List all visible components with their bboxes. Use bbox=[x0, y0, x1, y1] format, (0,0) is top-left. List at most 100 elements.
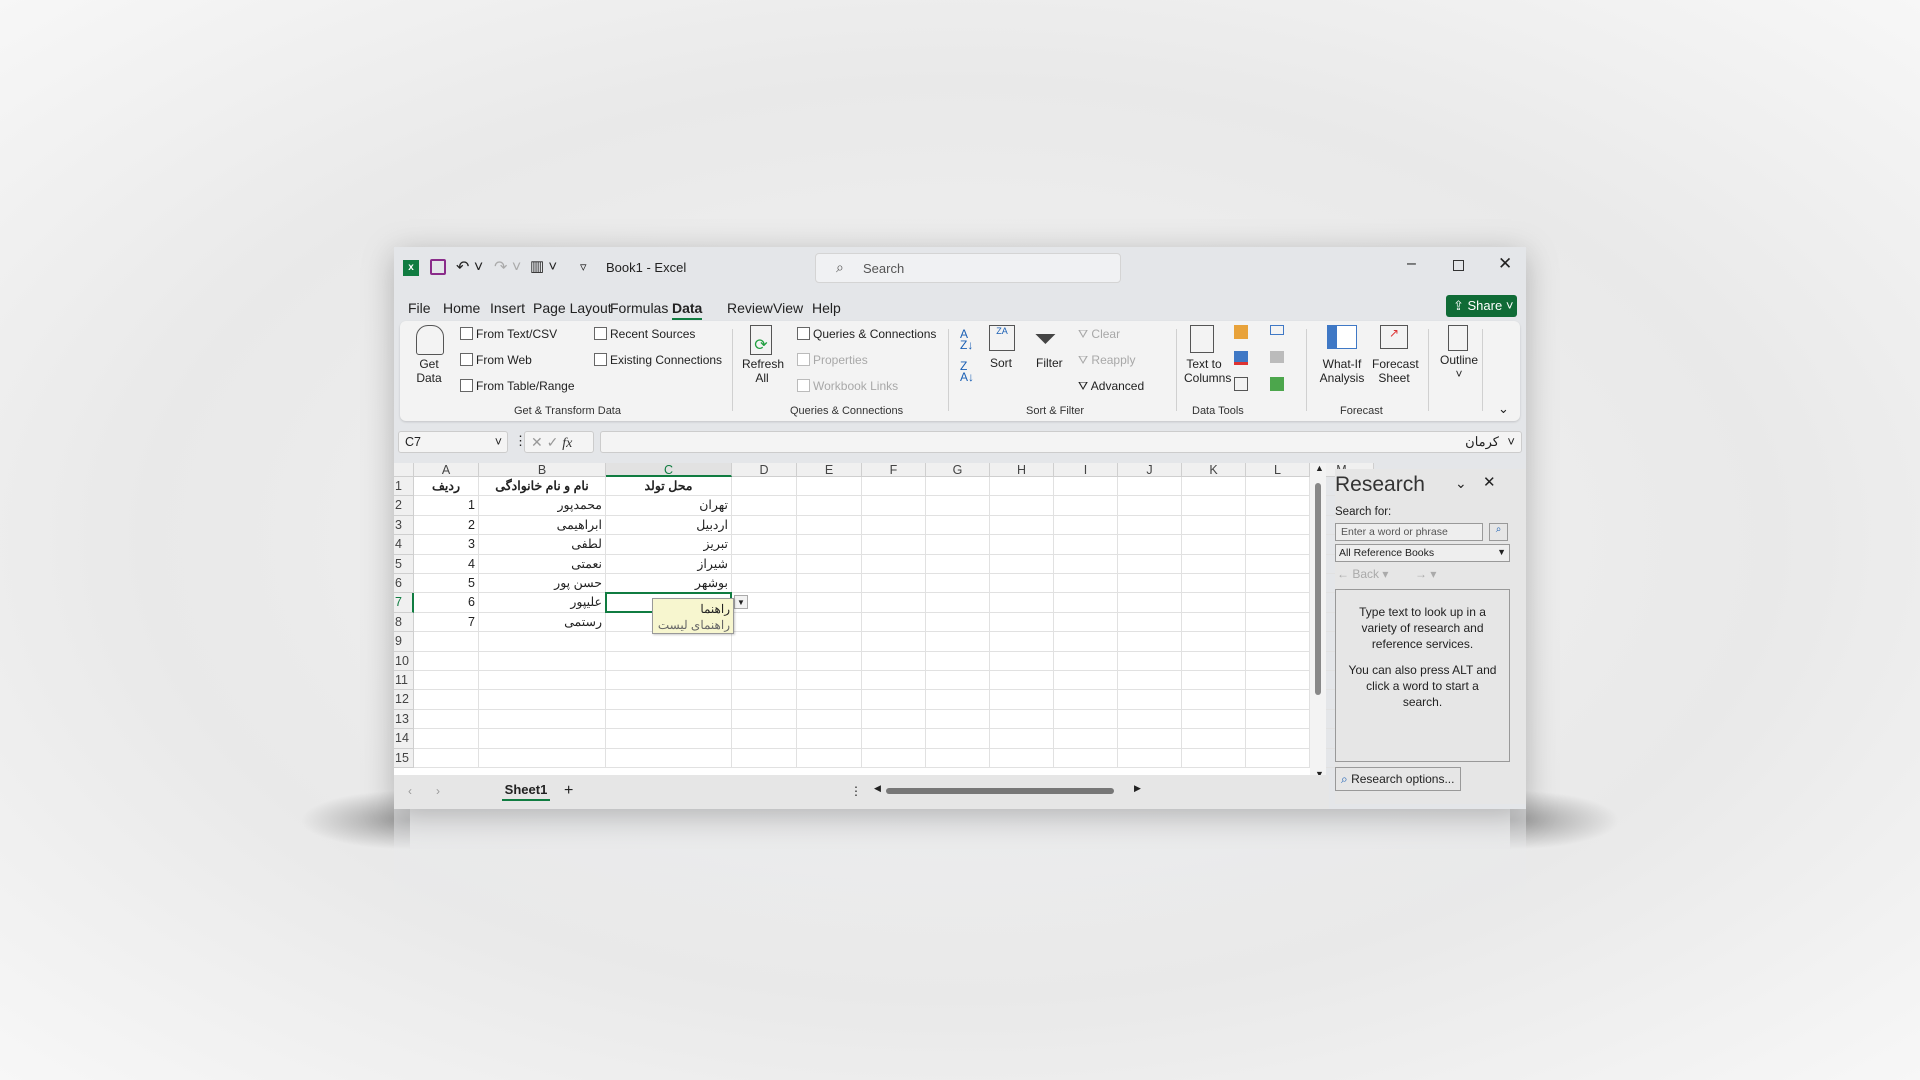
pane-options-icon[interactable]: ⌄ bbox=[1455, 475, 1467, 492]
cell-I4[interactable] bbox=[1054, 535, 1118, 555]
share-button[interactable]: ⇪ Share ˅ bbox=[1446, 295, 1517, 317]
cell-I7[interactable] bbox=[1054, 593, 1118, 613]
cell-G13[interactable] bbox=[926, 709, 990, 730]
get-data-button[interactable]: Get Data bbox=[414, 357, 444, 385]
cell-F9[interactable] bbox=[862, 632, 926, 652]
cell-J15[interactable] bbox=[1118, 748, 1182, 768]
sort-az-button[interactable]: A Z↓ bbox=[960, 328, 973, 351]
cell-A10[interactable] bbox=[414, 651, 479, 671]
horizontal-scrollbar[interactable]: ◀ ▶ bbox=[874, 783, 1144, 797]
column-header-I[interactable]: I bbox=[1054, 463, 1118, 477]
cell-K12[interactable] bbox=[1182, 690, 1246, 710]
scroll-up-icon[interactable]: ▲ bbox=[1315, 463, 1324, 473]
cell-G2[interactable] bbox=[926, 496, 990, 516]
cell-B11[interactable] bbox=[479, 671, 606, 691]
cell-A11[interactable] bbox=[414, 671, 479, 691]
cell-I10[interactable] bbox=[1054, 651, 1118, 671]
cell-C12[interactable] bbox=[606, 690, 732, 710]
cell-D3[interactable] bbox=[732, 515, 797, 536]
cell-E4[interactable] bbox=[797, 535, 862, 555]
data-validation-icon[interactable] bbox=[1234, 377, 1248, 391]
cell-D5[interactable] bbox=[732, 554, 797, 574]
cell-A8[interactable]: 7 bbox=[414, 612, 479, 633]
consolidate-icon[interactable] bbox=[1270, 325, 1284, 335]
recent-sources-button[interactable]: Recent Sources bbox=[594, 327, 695, 341]
cell-H5[interactable] bbox=[990, 554, 1054, 574]
cell-G15[interactable] bbox=[926, 748, 990, 768]
cell-F10[interactable] bbox=[862, 651, 926, 671]
cell-I1[interactable] bbox=[1054, 477, 1118, 497]
cell-I2[interactable] bbox=[1054, 496, 1118, 516]
tab-view[interactable]: View bbox=[773, 300, 803, 316]
row-header[interactable]: 5 bbox=[394, 554, 414, 574]
row-header[interactable]: 7 bbox=[394, 593, 414, 613]
row-header[interactable]: 3 bbox=[394, 515, 414, 536]
cancel-icon[interactable]: ✕ bbox=[531, 434, 543, 450]
cell-H10[interactable] bbox=[990, 651, 1054, 671]
formula-input[interactable]: کرمان ˅ bbox=[600, 431, 1522, 453]
cell-B14[interactable] bbox=[479, 729, 606, 749]
search-box[interactable]: ⌕ Search bbox=[815, 253, 1121, 283]
cell-G8[interactable] bbox=[926, 612, 990, 633]
cell-K2[interactable] bbox=[1182, 496, 1246, 516]
cell-K3[interactable] bbox=[1182, 515, 1246, 536]
cell-E2[interactable] bbox=[797, 496, 862, 516]
filter-button[interactable]: Filter bbox=[1036, 356, 1063, 370]
cell-E9[interactable] bbox=[797, 632, 862, 652]
cell-I14[interactable] bbox=[1054, 729, 1118, 749]
customize-qat-icon[interactable]: ▿ bbox=[580, 259, 587, 275]
cell-E5[interactable] bbox=[797, 554, 862, 574]
cell-K9[interactable] bbox=[1182, 632, 1246, 652]
cell-H11[interactable] bbox=[990, 671, 1054, 691]
from-text-button[interactable]: From Text/CSV bbox=[460, 327, 557, 341]
cell-G4[interactable] bbox=[926, 535, 990, 555]
cell-C3[interactable]: اردبیل bbox=[606, 515, 732, 536]
cell-C6[interactable]: بوشهر bbox=[606, 574, 732, 594]
existing-connections-button[interactable]: Existing Connections bbox=[594, 353, 722, 367]
cell-F13[interactable] bbox=[862, 709, 926, 730]
select-all-button[interactable] bbox=[394, 463, 414, 477]
cell-A6[interactable]: 5 bbox=[414, 574, 479, 594]
pane-close-button[interactable]: ✕ bbox=[1483, 473, 1496, 491]
cell-E7[interactable] bbox=[797, 593, 862, 613]
cell-K7[interactable] bbox=[1182, 593, 1246, 613]
cell-K4[interactable] bbox=[1182, 535, 1246, 555]
enter-icon[interactable]: ✓ bbox=[547, 434, 559, 450]
cell-L9[interactable] bbox=[1246, 632, 1310, 652]
cell-J6[interactable] bbox=[1118, 574, 1182, 594]
cell-B3[interactable]: ابراهیمی bbox=[479, 515, 606, 536]
column-header-K[interactable]: K bbox=[1182, 463, 1246, 477]
cell-K1[interactable] bbox=[1182, 477, 1246, 497]
cell-F5[interactable] bbox=[862, 554, 926, 574]
cell-H9[interactable] bbox=[990, 632, 1054, 652]
cell-C11[interactable] bbox=[606, 671, 732, 691]
scroll-right-icon[interactable]: ▶ bbox=[1134, 783, 1141, 794]
advanced-button[interactable]: ⛛ Advanced bbox=[1078, 379, 1144, 394]
scroll-thumb[interactable] bbox=[1315, 483, 1321, 695]
cell-E14[interactable] bbox=[797, 729, 862, 749]
cell-A1[interactable]: ردیف bbox=[414, 477, 479, 497]
reference-select[interactable]: All Reference Books ▼ bbox=[1335, 544, 1510, 562]
cell-C9[interactable] bbox=[606, 632, 732, 652]
tab-insert[interactable]: Insert bbox=[490, 300, 525, 316]
forward-button[interactable]: → ▾ bbox=[1415, 567, 1436, 581]
prev-sheet-icon[interactable]: ‹ bbox=[408, 784, 412, 798]
cell-E11[interactable] bbox=[797, 671, 862, 691]
cell-G9[interactable] bbox=[926, 632, 990, 652]
row-header[interactable]: 4 bbox=[394, 535, 414, 555]
forecast-sheet-button[interactable]: Forecast Sheet bbox=[1372, 357, 1419, 385]
cell-K11[interactable] bbox=[1182, 671, 1246, 691]
cell-D15[interactable] bbox=[732, 748, 797, 768]
tab-formulas[interactable]: Formulas bbox=[610, 300, 668, 316]
cell-D9[interactable] bbox=[732, 632, 797, 652]
minimize-button[interactable]: – bbox=[1407, 255, 1416, 273]
tab-data[interactable]: Data bbox=[672, 300, 703, 320]
what-if-analysis-button[interactable]: What-If Analysis bbox=[1316, 357, 1368, 385]
cell-I12[interactable] bbox=[1054, 690, 1118, 710]
cell-E3[interactable] bbox=[797, 515, 862, 536]
cell-L10[interactable] bbox=[1246, 651, 1310, 671]
cell-C14[interactable] bbox=[606, 729, 732, 749]
cell-B2[interactable]: محمدپور bbox=[479, 496, 606, 516]
row-header[interactable]: 11 bbox=[394, 671, 414, 691]
cell-G7[interactable] bbox=[926, 593, 990, 613]
